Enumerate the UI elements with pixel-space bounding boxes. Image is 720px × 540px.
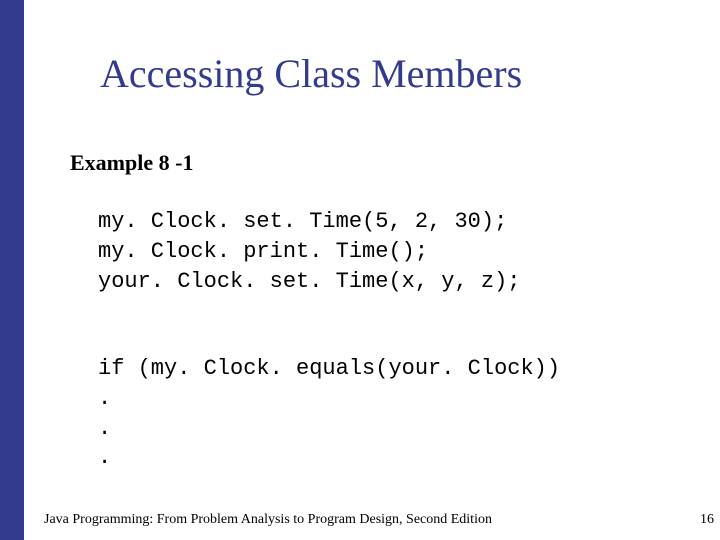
code-line: my. Clock. set. Time(5, 2, 30); xyxy=(98,209,507,234)
code-line: . xyxy=(98,386,111,411)
code-block-1: my. Clock. set. Time(5, 2, 30); my. Cloc… xyxy=(98,178,680,297)
code-line: my. Clock. print. Time(); xyxy=(98,239,428,264)
code-line: your. Clock. set. Time(x, y, z); xyxy=(98,269,520,294)
code-line: if (my. Clock. equals(your. Clock)) xyxy=(98,356,560,381)
code-line: . xyxy=(98,445,111,470)
slide-title: Accessing Class Members xyxy=(100,50,680,97)
page-number: 16 xyxy=(700,512,714,528)
example-label: Example 8 -1 xyxy=(70,148,680,178)
code-block-2: if (my. Clock. equals(your. Clock)) . . … xyxy=(98,324,680,472)
code-line: . xyxy=(98,416,111,441)
accent-bar xyxy=(0,0,24,540)
slide: Accessing Class Members Example 8 -1 my.… xyxy=(0,0,720,540)
slide-body: Example 8 -1 my. Clock. set. Time(5, 2, … xyxy=(70,148,680,473)
footer-text: Java Programming: From Problem Analysis … xyxy=(44,512,492,528)
